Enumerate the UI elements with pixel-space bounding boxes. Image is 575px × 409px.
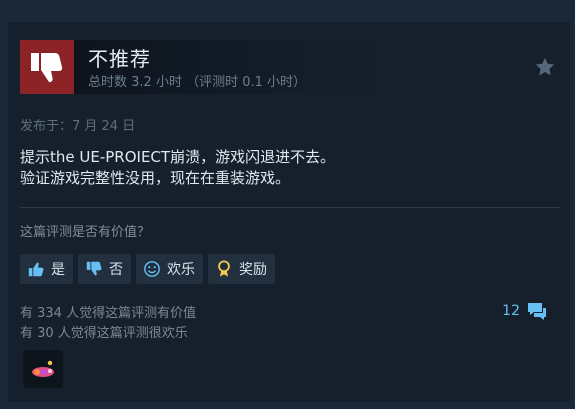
comment-count: 12 [502, 303, 520, 319]
review-body-line: 提示the UE-PROIECT崩溃，游戏闪退进不去。 [20, 148, 336, 166]
not-recommended-badge [20, 40, 74, 94]
star-icon[interactable] [534, 56, 556, 78]
award-ribbon-icon [214, 259, 234, 279]
award-badge-icon [32, 360, 54, 377]
review-card: 不推荐 总时数 3.2 小时 （评测时 0.1 小时） 发布于：7 月 24 日… [8, 22, 570, 402]
divider [20, 207, 560, 208]
playtime-hours: 总时数 3.2 小时 （评测时 0.1 小时） [88, 75, 307, 90]
review-header: 不推荐 总时数 3.2 小时 （评测时 0.1 小时） [20, 40, 560, 94]
award-label: 奖励 [239, 262, 267, 278]
vote-no-label: 否 [109, 262, 123, 278]
smiley-icon [142, 259, 162, 279]
thumbs-up-icon [26, 259, 46, 279]
review-body-line: 验证游戏完整性没用，现在在重装游戏。 [20, 169, 291, 187]
thumbs-down-icon [84, 259, 104, 279]
comments-link[interactable]: 12 [502, 301, 548, 321]
vote-funny-label: 欢乐 [167, 262, 195, 278]
review-stats: 有 334 人觉得这篇评测有价值 有 30 人觉得这篇评测很欢乐 [20, 304, 196, 344]
review-verdict: 不推荐 [88, 47, 151, 71]
vote-buttons: 是 否 欢乐 奖励 [20, 254, 275, 284]
vote-no-button[interactable]: 否 [78, 254, 131, 284]
thumbs-down-icon [31, 53, 63, 83]
award-badge[interactable] [23, 350, 63, 388]
posted-date: 发布于：7 月 24 日 [20, 119, 136, 134]
award-button[interactable]: 奖励 [208, 254, 275, 284]
helpful-count: 有 334 人觉得这篇评测有价值 [20, 306, 197, 321]
vote-funny-button[interactable]: 欢乐 [136, 254, 203, 284]
comment-bubble-icon [528, 303, 546, 320]
review-body: 提示the UE-PROIECT崩溃，游戏闪退进不去。 验证游戏完整性没用，现在… [20, 147, 550, 189]
vote-yes-label: 是 [51, 262, 65, 278]
vote-yes-button[interactable]: 是 [20, 254, 73, 284]
helpful-question: 这篇评测是否有价值？ [20, 225, 151, 240]
funny-count: 有 30 人觉得这篇评测很欢乐 [20, 326, 188, 341]
